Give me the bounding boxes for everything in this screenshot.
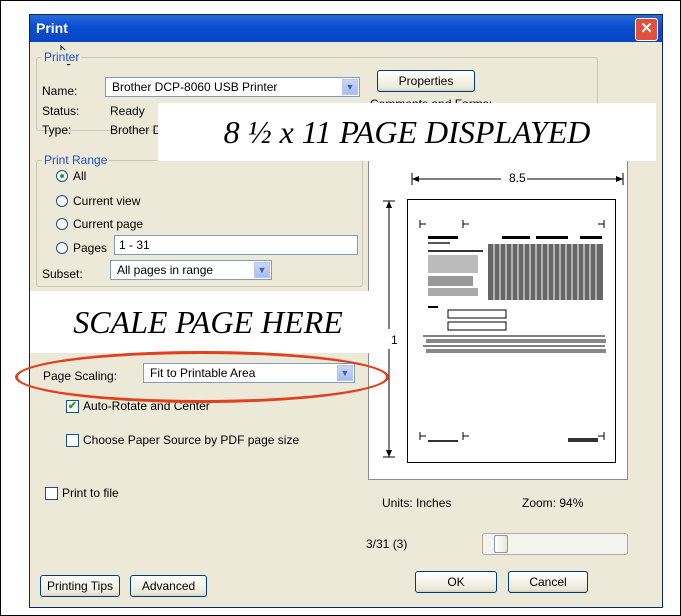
type-label: Type:	[42, 123, 72, 137]
properties-button[interactable]: Properties	[377, 70, 475, 92]
page-slider-thumb[interactable]	[494, 535, 508, 553]
height-label: 1	[391, 333, 398, 347]
advanced-button[interactable]: Advanced	[130, 575, 207, 597]
subset-value: All pages in range	[117, 263, 214, 277]
dialog-title: Print	[36, 20, 68, 36]
printer-name-value: Brother DCP-8060 USB Printer	[112, 80, 278, 94]
page-displayed-annotation: 8 ½ x 11 PAGE DISPLAYED	[158, 103, 656, 161]
subset-select[interactable]: All pages in range ▼	[110, 260, 272, 280]
close-icon: ✕	[640, 20, 653, 37]
page-content-image	[419, 220, 606, 442]
title-bar: Print ✕	[30, 15, 662, 42]
zoom-label: Zoom: 94%	[522, 496, 584, 510]
type-value: Brother D	[110, 123, 162, 137]
printer-group-title: Printer	[42, 50, 82, 64]
radio-current-page[interactable]	[56, 218, 68, 230]
print-range-title: Print Range	[42, 153, 110, 167]
printing-tips-button[interactable]: Printing Tips	[40, 575, 120, 597]
status-label: Status:	[42, 104, 80, 118]
radio-all-label: All	[73, 169, 87, 183]
page-slider[interactable]	[482, 533, 628, 555]
paper-source-label: Choose Paper Source by PDF page size	[83, 433, 300, 447]
scale-page-annotation: SCALE PAGE HERE	[30, 291, 386, 353]
print-to-file-label: Print to file	[62, 486, 119, 500]
printer-name-label: Name:	[42, 84, 78, 98]
paper-source-checkbox[interactable]	[66, 434, 79, 447]
pages-input[interactable]: 1 - 31	[114, 235, 358, 255]
radio-current-page-label: Current page	[73, 217, 144, 231]
chevron-down-icon: ▼	[254, 262, 270, 278]
page-thumbnail	[407, 199, 616, 463]
close-button[interactable]: ✕	[635, 18, 658, 41]
radio-pages-label: Pages	[73, 241, 108, 255]
preview-panel: 8.5 1	[368, 160, 628, 480]
print-to-file-checkbox[interactable]	[45, 487, 58, 500]
page-scaling-highlight	[15, 351, 389, 403]
status-value: Ready	[110, 104, 145, 118]
ok-button[interactable]: OK	[415, 571, 497, 593]
subset-label: Subset:	[42, 267, 83, 281]
radio-current-view-label: Current view	[73, 194, 141, 208]
cancel-button[interactable]: Cancel	[508, 571, 588, 593]
radio-pages[interactable]	[56, 242, 68, 254]
printer-name-select[interactable]: Brother DCP-8060 USB Printer ▼	[105, 77, 360, 97]
auto-rotate-checkbox[interactable]: ✔	[66, 400, 79, 413]
chevron-down-icon: ▼	[342, 79, 358, 95]
page-counter-label: 3/31 (3)	[366, 537, 408, 551]
width-label: 8.5	[509, 171, 526, 185]
radio-current-view[interactable]	[56, 195, 68, 207]
radio-all[interactable]	[56, 170, 68, 182]
units-label: Units: Inches	[382, 496, 452, 510]
